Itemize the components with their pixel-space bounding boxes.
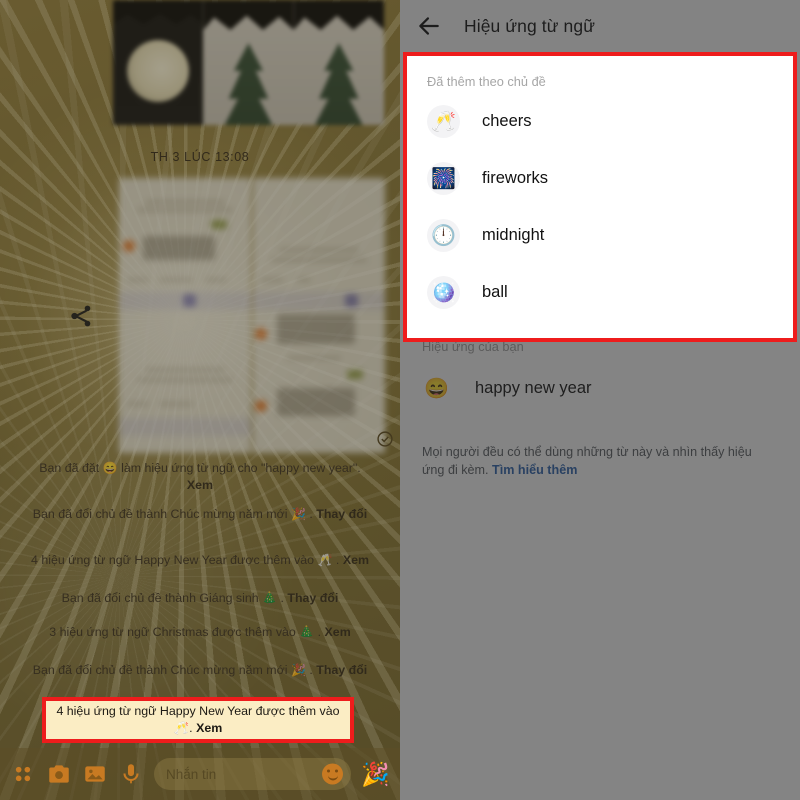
chat-panel: TH 3 LÚC 13:08 Bạn đã đặt 😄 làm hiệu ứng… xyxy=(0,0,400,800)
grinning-face-emoji-icon: 😄 xyxy=(420,372,453,405)
message-action[interactable]: Xem xyxy=(343,553,369,567)
camera-icon[interactable] xyxy=(46,761,72,787)
message-text: . xyxy=(335,553,343,567)
share-icon[interactable] xyxy=(68,303,94,329)
message-text: . xyxy=(317,625,325,639)
screenshot-root: TH 3 LÚC 13:08 Bạn đã đặt 😄 làm hiệu ứng… xyxy=(0,0,800,800)
christmas-tree-shape xyxy=(314,43,363,125)
list-item-label: happy new year xyxy=(475,379,592,397)
highlighted-theme-section: Đã thêm theo chủ đề 🥂 cheers 🎆 fireworks… xyxy=(403,52,797,342)
emoji: 🎉 xyxy=(290,507,306,521)
message-text: 4 hiệu ứng từ ngữ Happy New Year được th… xyxy=(56,704,340,718)
chat-composer-bar: Nhắn tin 🎉 xyxy=(0,748,400,800)
message-text: Bạn đã đổi chủ đề thành Chúc mừng năm mớ… xyxy=(32,507,288,521)
disco-ball-emoji-icon: 🪩 xyxy=(427,276,460,309)
smiley-icon[interactable] xyxy=(322,763,344,785)
back-arrow-icon[interactable] xyxy=(416,13,442,39)
page-title: Hiệu ứng từ ngữ xyxy=(464,15,596,36)
list-item[interactable]: 😄 happy new year xyxy=(400,360,800,417)
list-item-label: ball xyxy=(482,283,508,301)
message-text: Bạn đã đặt xyxy=(39,461,100,475)
list-item[interactable]: 🪩 ball xyxy=(407,264,793,321)
emoji: 🎄 xyxy=(262,591,278,605)
apps-grid-icon[interactable] xyxy=(10,761,36,787)
message-text: Bạn đã đổi chủ đề thành Chúc mừng năm mớ… xyxy=(32,663,288,677)
learn-more-link[interactable]: Tìm hiểu thêm xyxy=(492,463,577,477)
clock-emoji-icon: 🕛 xyxy=(427,219,460,252)
system-message[interactable]: 4 hiệu ứng từ ngữ Happy New Year được th… xyxy=(30,552,370,569)
photo-thumbnail[interactable] xyxy=(293,0,384,125)
section-label-theme-highlighted: Đã thêm theo chủ đề xyxy=(427,74,546,89)
your-word-list: 😄 happy new year xyxy=(400,354,800,417)
message-text: làm hiệu ứng từ ngữ cho "happy new year"… xyxy=(121,461,361,475)
emoji: 🎄 xyxy=(299,625,315,639)
message-action[interactable]: Thay đổi xyxy=(316,663,367,677)
fireworks-emoji-icon: 🎆 xyxy=(427,162,460,195)
emoji: 😄 xyxy=(102,461,118,475)
panel-header: Hiệu ứng từ ngữ xyxy=(400,0,800,52)
footnote-body: Mọi người đều có thể dùng những từ này v… xyxy=(422,445,752,477)
emoji: 🎉 xyxy=(290,663,306,677)
message-timestamp: TH 3 LÚC 13:08 xyxy=(150,150,250,164)
message-action[interactable]: Thay đổi xyxy=(316,507,367,521)
theme-word-list-highlighted: 🥂 cheers 🎆 fireworks 🕛 midnight 🪩 ball xyxy=(407,89,793,321)
message-action[interactable]: Xem xyxy=(325,625,351,639)
message-action[interactable]: Xem xyxy=(196,721,222,735)
system-message[interactable]: Bạn đã đổi chủ đề thành Chúc mừng năm mớ… xyxy=(30,662,370,679)
system-message[interactable]: 3 hiệu ứng từ ngữ Christmas được thêm và… xyxy=(30,624,370,641)
christmas-tree-shape xyxy=(224,43,273,125)
photo-thumbnail[interactable] xyxy=(113,0,204,125)
message-action[interactable]: Xem xyxy=(187,478,213,492)
message-input-placeholder: Nhắn tin xyxy=(166,766,217,782)
word-effects-panel: Hiệu ứng từ ngữ Đã thêm theo chủ đề 🥂 ch… xyxy=(400,0,800,800)
attachment-column xyxy=(253,178,385,453)
message-text: 3 hiệu ứng từ ngữ Christmas được thêm và… xyxy=(49,625,296,639)
list-item-label: fireworks xyxy=(482,169,549,187)
emoji: 🥂 xyxy=(173,721,190,735)
list-item-label: midnight xyxy=(482,226,545,244)
photo-thumbnail[interactable] xyxy=(203,0,294,125)
list-item[interactable]: 🕛 midnight xyxy=(407,207,793,264)
system-message[interactable]: Bạn đã đổi chủ đề thành Giáng sinh 🎄 . T… xyxy=(30,590,370,607)
screenshot-attachment[interactable] xyxy=(118,178,386,453)
gallery-icon[interactable] xyxy=(82,761,108,787)
sticker-icon[interactable]: 🎉 xyxy=(361,762,390,786)
message-input[interactable]: Nhắn tin xyxy=(154,758,352,790)
photo-attachment-strip[interactable] xyxy=(113,0,384,125)
cheers-emoji-icon: 🥂 xyxy=(427,105,460,138)
emoji: 🥂 xyxy=(317,553,333,567)
delivered-check-icon xyxy=(377,431,393,447)
message-text: Bạn đã đổi chủ đề thành Giáng sinh xyxy=(61,591,259,605)
message-text: 4 hiệu ứng từ ngữ Happy New Year được th… xyxy=(30,553,315,567)
system-message[interactable]: Bạn đã đặt 😄 làm hiệu ứng từ ngữ cho "ha… xyxy=(30,460,370,494)
microphone-icon[interactable] xyxy=(118,761,144,787)
list-item[interactable]: 🥂 cheers xyxy=(407,93,793,150)
message-action[interactable]: Thay đổi xyxy=(287,591,338,605)
highlighted-system-message[interactable]: 4 hiệu ứng từ ngữ Happy New Year được th… xyxy=(42,697,354,743)
system-message[interactable]: Bạn đã đổi chủ đề thành Chúc mừng năm mớ… xyxy=(30,506,370,523)
list-item-label: cheers xyxy=(482,112,532,130)
footnote-text: Mọi người đều có thể dùng những từ này v… xyxy=(400,417,800,479)
attachment-column xyxy=(119,178,251,453)
list-item[interactable]: 🎆 fireworks xyxy=(407,150,793,207)
